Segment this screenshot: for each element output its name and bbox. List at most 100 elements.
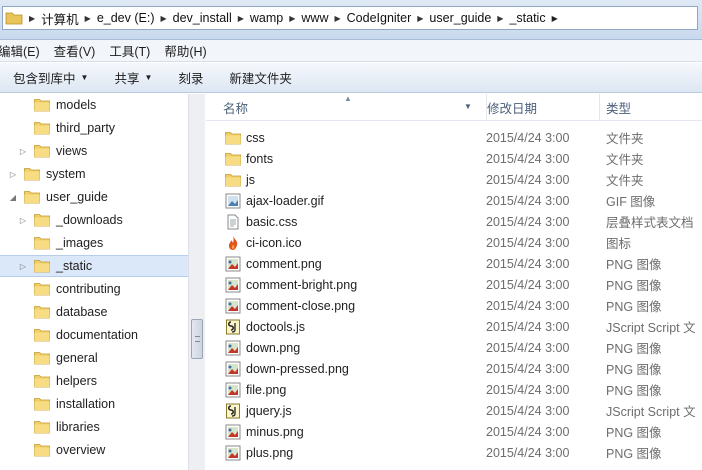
file-row[interactable]: comment-bright.png 2015/4/24 3:00 PNG 图像 [206, 274, 702, 295]
file-row[interactable]: plus.png 2015/4/24 3:00 PNG 图像 [206, 442, 702, 463]
breadcrumb-item[interactable]: dev_install [173, 11, 232, 25]
include-in-library-button[interactable]: 包含到库中 ▼ [0, 63, 101, 92]
file-row[interactable]: jquery.js 2015/4/24 3:00 JScript Script 文 [206, 400, 702, 421]
file-row[interactable]: ajax-loader.gif 2015/4/24 3:00 GIF 图像 [206, 190, 702, 211]
file-row[interactable]: fonts 2015/4/24 3:00 文件夹 [206, 148, 702, 169]
file-name: minus.png [246, 424, 304, 439]
file-name: down.png [246, 340, 301, 355]
chevron-right-icon[interactable]: ▶ [552, 14, 558, 23]
chevron-right-icon[interactable]: ▶ [23, 14, 41, 23]
file-row[interactable]: basic.css 2015/4/24 3:00 层叠样式表文档 [206, 211, 702, 232]
file-row[interactable]: down.png 2015/4/24 3:00 PNG 图像 [206, 337, 702, 358]
include-in-library-label: 包含到库中 [13, 72, 76, 86]
chevron-right-icon[interactable]: ▶ [328, 14, 346, 23]
file-type: PNG 图像 [606, 426, 662, 440]
menu-view[interactable]: 查看(V) [47, 41, 103, 60]
breadcrumb-item[interactable]: CodeIgniter [347, 11, 412, 25]
chevron-right-icon[interactable]: ▶ [411, 14, 429, 23]
burn-label: 刻录 [178, 72, 204, 86]
file-date: 2015/4/24 3:00 [486, 214, 570, 229]
nav-item-label: _static [56, 259, 93, 273]
menu-help[interactable]: 帮助(H) [157, 41, 213, 60]
collapsed-triangle-icon[interactable]: ▷ [18, 216, 28, 225]
nav-item-documentation[interactable]: documentation [0, 324, 188, 346]
breadcrumb-item[interactable]: user_guide [429, 11, 491, 25]
collapsed-triangle-icon[interactable]: ▷ [18, 147, 28, 156]
chevron-right-icon[interactable]: ▶ [155, 14, 173, 23]
column-type-label: 类型 [606, 102, 632, 116]
nav-scrollbar[interactable] [188, 94, 205, 470]
scrollbar-thumb[interactable] [191, 319, 203, 359]
nav-item-models[interactable]: models [0, 94, 188, 116]
file-name: jquery.js [246, 403, 292, 418]
file-name: comment-close.png [246, 298, 356, 313]
file-row[interactable]: css 2015/4/24 3:00 文件夹 [206, 127, 702, 148]
file-date: 2015/4/24 3:00 [486, 235, 570, 250]
menu-edit[interactable]: 编辑(E) [0, 41, 47, 60]
menu-tools[interactable]: 工具(T) [102, 41, 157, 60]
file-row[interactable]: comment.png 2015/4/24 3:00 PNG 图像 [206, 253, 702, 274]
png-file-icon [225, 277, 241, 293]
share-button[interactable]: 共享 ▼ [101, 63, 165, 92]
nav-item-downloads[interactable]: ▷ _downloads [0, 209, 188, 231]
nav-item-views[interactable]: ▷ views [0, 140, 188, 162]
file-list: ▲ 名称 ▼ 修改日期 类型 css 2015/4/24 3:00 文件夹 fonts… [206, 94, 702, 470]
png-file-icon [225, 340, 241, 356]
file-name: js [246, 172, 256, 187]
file-row[interactable]: js 2015/4/24 3:00 文件夹 [206, 169, 702, 190]
breadcrumb-item[interactable]: wamp [250, 11, 283, 25]
file-date: 2015/4/24 3:00 [486, 130, 570, 145]
nav-item-system[interactable]: ▷ system [0, 163, 188, 185]
folder-icon [225, 174, 241, 187]
collapsed-triangle-icon[interactable]: ▷ [8, 170, 18, 179]
column-header-name[interactable]: 名称 [223, 94, 481, 121]
breadcrumb-item[interactable]: e_dev (E:) [97, 11, 155, 25]
chevron-right-icon[interactable]: ▶ [232, 14, 250, 23]
nav-item-helpers[interactable]: helpers [0, 370, 188, 392]
nav-item-database[interactable]: database [0, 301, 188, 323]
file-name: ci-icon.ico [246, 235, 302, 250]
file-date: 2015/4/24 3:00 [486, 340, 570, 355]
nav-item-third-party[interactable]: third_party [0, 117, 188, 139]
column-header-row: ▲ 名称 ▼ 修改日期 类型 [206, 94, 702, 121]
nav-item-installation[interactable]: installation [0, 393, 188, 415]
chevron-right-icon[interactable]: ▶ [283, 14, 301, 23]
nav-item-static[interactable]: ▷ _static [0, 255, 188, 277]
column-header-date[interactable]: 修改日期 [486, 94, 598, 121]
file-date: 2015/4/24 3:00 [486, 424, 570, 439]
nav-item-libraries[interactable]: libraries [0, 416, 188, 438]
nav-item-general[interactable]: general [0, 347, 188, 369]
column-header-type[interactable]: 类型 [599, 94, 702, 121]
nav-item-contributing[interactable]: contributing [0, 278, 188, 300]
file-row[interactable]: doctools.js 2015/4/24 3:00 JScript Script … [206, 316, 702, 337]
file-row[interactable]: minus.png 2015/4/24 3:00 PNG 图像 [206, 421, 702, 442]
folder-icon [34, 398, 50, 411]
chevron-down-icon[interactable]: ▼ [464, 102, 472, 111]
file-row[interactable]: down-pressed.png 2015/4/24 3:00 PNG 图像 [206, 358, 702, 379]
new-folder-button[interactable]: 新建文件夹 [216, 63, 305, 92]
navigation-pane: models third_party ▷ views ▷ system ◢ user_guid… [0, 94, 188, 470]
nav-item-user-guide[interactable]: ◢ user_guide [0, 186, 188, 208]
nav-item-overview[interactable]: overview [0, 439, 188, 461]
gif-file-icon [225, 193, 241, 209]
collapsed-triangle-icon[interactable]: ▷ [18, 262, 28, 271]
file-date: 2015/4/24 3:00 [486, 151, 570, 166]
file-date: 2015/4/24 3:00 [486, 403, 570, 418]
folder-icon [34, 145, 50, 158]
file-row[interactable]: ci-icon.ico 2015/4/24 3:00 图标 [206, 232, 702, 253]
address-bar[interactable]: ▶ 计算机 ▶ e_dev (E:) ▶ dev_install ▶ wamp ▶ www ▶ Cod… [2, 6, 698, 30]
file-date: 2015/4/24 3:00 [486, 361, 570, 376]
nav-item-images[interactable]: _images [0, 232, 188, 254]
folder-icon [34, 122, 50, 135]
chevron-right-icon[interactable]: ▶ [79, 14, 97, 23]
breadcrumb-item[interactable]: 计算机 [41, 9, 79, 28]
breadcrumb-item[interactable]: _static [509, 11, 545, 25]
burn-button[interactable]: 刻录 [165, 63, 216, 92]
file-row[interactable]: comment-close.png 2015/4/24 3:00 PNG 图像 [206, 295, 702, 316]
breadcrumb-item[interactable]: www [301, 11, 328, 25]
expanded-triangle-icon[interactable]: ◢ [8, 193, 18, 202]
file-row[interactable]: file.png 2015/4/24 3:00 PNG 图像 [206, 379, 702, 400]
file-type: PNG 图像 [606, 300, 662, 314]
folder-icon [225, 132, 241, 145]
chevron-right-icon[interactable]: ▶ [491, 14, 509, 23]
